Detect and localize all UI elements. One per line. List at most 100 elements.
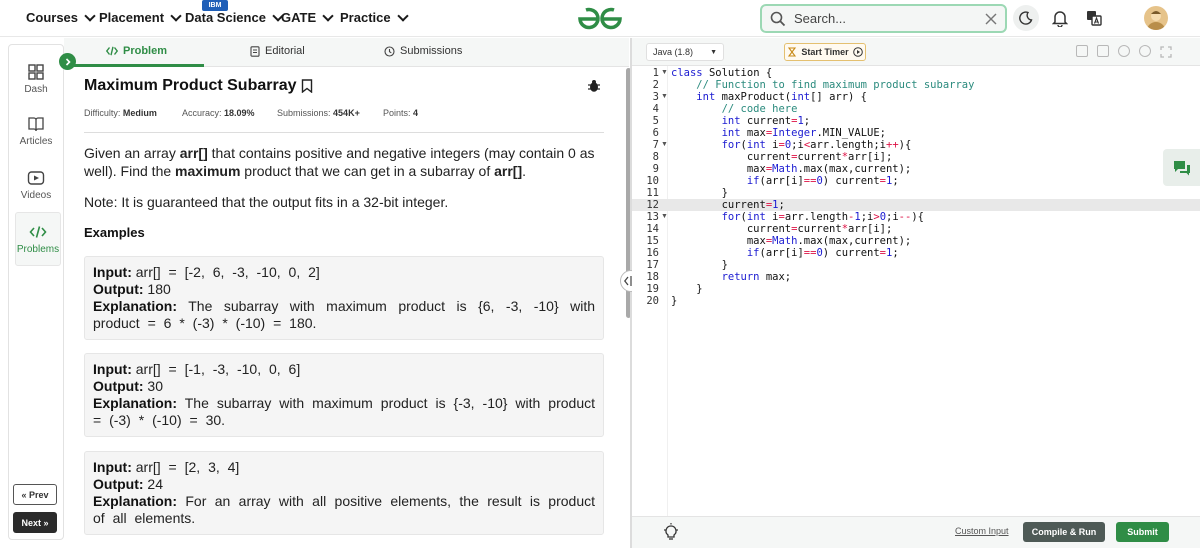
line-number: 20 bbox=[646, 295, 659, 307]
double-chevron-left-icon: « bbox=[21, 489, 29, 500]
sidebar-item-articles[interactable]: Articles bbox=[9, 115, 63, 147]
code-line[interactable]: return max; bbox=[671, 271, 792, 283]
code-line[interactable]: } bbox=[671, 283, 702, 295]
example-box-2: Input: arr[] = [-1, -3, -10, 0, 6] Outpu… bbox=[84, 353, 604, 437]
code-line[interactable]: if(arr[i]==0) current=1; bbox=[671, 247, 899, 259]
lightbulb-icon[interactable] bbox=[663, 523, 679, 541]
line-number: 9 bbox=[652, 163, 659, 175]
line-number: 11 bbox=[646, 187, 659, 199]
close-icon[interactable] bbox=[985, 13, 997, 25]
book-icon bbox=[28, 117, 44, 132]
code-token: current bbox=[671, 151, 792, 163]
code-token: } bbox=[671, 259, 728, 271]
example-box-1: Input: arr[] = [-2, 6, -3, -10, 0, 2] Ou… bbox=[84, 256, 604, 340]
collapse-sidebar-button[interactable] bbox=[59, 53, 76, 70]
code-line[interactable]: max=Math.max(max,current); bbox=[671, 235, 911, 247]
problem-tabs: Problem Editorial Submissions bbox=[64, 38, 629, 67]
code-token: maxProduct( bbox=[721, 91, 792, 103]
nav-placement[interactable]: Placement bbox=[99, 9, 182, 25]
fold-arrow-icon[interactable]: ▼ bbox=[661, 213, 668, 220]
code-line[interactable]: for(int i=arr.length-1;i>0;i--){ bbox=[671, 211, 924, 223]
points-meta: Points: 4 bbox=[383, 108, 419, 118]
code-line[interactable]: int max=Integer.MIN_VALUE; bbox=[671, 127, 886, 139]
start-timer-button[interactable]: Start Timer bbox=[784, 43, 866, 61]
code-token: .max(max,current); bbox=[797, 163, 912, 175]
fold-arrow-icon[interactable]: ▼ bbox=[661, 141, 668, 148]
tab-submissions[interactable]: Submissions bbox=[384, 45, 462, 57]
line-number: 13 bbox=[646, 211, 659, 223]
code-line[interactable]: for(int i=0;i<arr.length;i++){ bbox=[671, 139, 912, 151]
code-line[interactable]: // Function to find maximum product suba… bbox=[671, 79, 974, 91]
fold-arrow-icon[interactable]: ▼ bbox=[661, 69, 668, 76]
code-line[interactable]: current=current*arr[i]; bbox=[671, 151, 892, 163]
nav-gate[interactable]: GATE bbox=[281, 9, 334, 25]
caret-down-icon: ▼ bbox=[710, 48, 717, 56]
code-line[interactable]: int current=1; bbox=[671, 115, 811, 127]
code-line[interactable]: if(arr[i]==0) current=1; bbox=[671, 175, 899, 187]
code-line[interactable]: current=current*arr[i]; bbox=[671, 223, 892, 235]
nav-data-science[interactable]: Data Science bbox=[185, 9, 284, 25]
prev-button[interactable]: « Prev bbox=[13, 484, 57, 505]
tab-problem[interactable]: Problem bbox=[106, 45, 167, 57]
dashboard-icon bbox=[28, 64, 44, 80]
submit-button[interactable]: Submit bbox=[1116, 522, 1169, 542]
reset-icon[interactable] bbox=[1139, 45, 1151, 57]
tab-editorial[interactable]: Editorial bbox=[250, 45, 305, 57]
code-token: ; bbox=[803, 115, 811, 127]
language-select[interactable]: Java (1.8) ▼ bbox=[646, 43, 724, 61]
search-box[interactable]: Search... bbox=[760, 4, 1007, 33]
code-token: arr.length;i bbox=[810, 139, 886, 151]
code-token: .MIN_VALUE; bbox=[816, 127, 886, 139]
file-icon[interactable] bbox=[1097, 45, 1109, 57]
code-token: } bbox=[671, 187, 728, 199]
fold-arrow-icon[interactable]: ▼ bbox=[661, 93, 668, 100]
code-line[interactable]: max=Math.max(max,current); bbox=[671, 163, 911, 175]
code-line[interactable]: } bbox=[671, 187, 728, 199]
copy-icon[interactable] bbox=[1076, 45, 1088, 57]
search-input[interactable]: Search... bbox=[794, 11, 977, 26]
example-box-3: Input: arr[] = [2, 3, 4] Output: 24 Expl… bbox=[84, 451, 604, 535]
code-token: current bbox=[797, 151, 842, 163]
translate-icon bbox=[1087, 11, 1102, 26]
sidebar-item-dash[interactable]: Dash bbox=[9, 63, 63, 95]
avatar[interactable] bbox=[1144, 6, 1168, 30]
settings-icon[interactable] bbox=[1118, 45, 1130, 57]
code-token: arr[i]; bbox=[848, 151, 893, 163]
code-line[interactable]: int maxProduct(int[] arr) { bbox=[671, 91, 867, 103]
code-line[interactable]: class Solution { bbox=[671, 67, 772, 79]
code-line[interactable]: // code here bbox=[671, 103, 798, 115]
problem-description: Given an array arr[] that contains posit… bbox=[84, 145, 595, 179]
next-button[interactable]: Next » bbox=[13, 512, 57, 533]
code-token: (arr[i] bbox=[759, 247, 804, 259]
code-line[interactable]: } bbox=[671, 259, 728, 271]
sidebar-item-problems[interactable]: Problems bbox=[15, 212, 61, 266]
video-icon bbox=[27, 171, 45, 185]
bookmark-icon[interactable] bbox=[301, 79, 313, 93]
nav-practice[interactable]: Practice bbox=[340, 9, 409, 25]
custom-input-link[interactable]: Custom Input bbox=[955, 526, 1009, 536]
notifications-button[interactable] bbox=[1048, 6, 1072, 30]
translate-button[interactable] bbox=[1082, 6, 1106, 30]
line-number: 5 bbox=[652, 115, 659, 127]
search-icon bbox=[770, 11, 786, 26]
sidebar-item-videos[interactable]: Videos bbox=[9, 169, 63, 201]
code-line[interactable]: current=1; bbox=[671, 199, 785, 211]
chat-button[interactable] bbox=[1163, 149, 1200, 186]
compile-run-button[interactable]: Compile & Run bbox=[1023, 522, 1105, 542]
chevron-down-icon bbox=[396, 9, 409, 22]
bug-report-icon[interactable] bbox=[587, 79, 601, 93]
code-token: == bbox=[803, 247, 817, 259]
chevron-down-icon bbox=[170, 9, 182, 22]
code-token: == bbox=[803, 175, 817, 187]
code-line[interactable]: } bbox=[671, 295, 677, 307]
line-number: 15 bbox=[646, 235, 659, 247]
code-token: // code here bbox=[671, 103, 798, 115]
gfg-logo[interactable] bbox=[576, 5, 624, 31]
theme-toggle[interactable] bbox=[1014, 6, 1038, 30]
fullscreen-icon[interactable] bbox=[1160, 45, 1172, 58]
nav-courses[interactable]: Courses bbox=[26, 9, 96, 25]
code-token: int bbox=[721, 115, 747, 127]
